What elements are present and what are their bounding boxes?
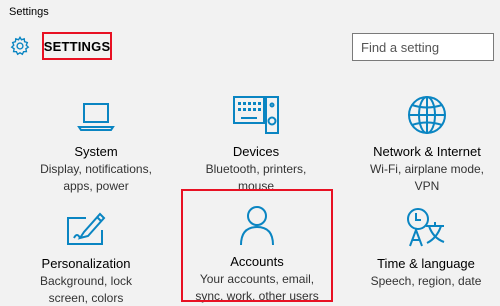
tile-network-internet[interactable]: Network & Internet Wi-Fi, airplane mode,…: [352, 88, 500, 194]
tile-title: Devices: [232, 144, 280, 159]
tile-time-language[interactable]: Time & language Speech, region, date: [354, 200, 498, 289]
gear-icon[interactable]: [9, 35, 31, 57]
tile-title: Personalization: [41, 256, 131, 271]
search-box[interactable]: [352, 33, 494, 61]
tile-system[interactable]: System Display, notifications, apps, pow…: [16, 88, 176, 194]
pen-tablet-icon: [67, 212, 106, 245]
tile-description: Wi-Fi, airplane mode,: [369, 162, 485, 176]
tile-description: Bluetooth, printers,: [205, 162, 307, 176]
tile-devices[interactable]: Devices Bluetooth, printers, mouse: [176, 88, 336, 194]
tile-description: Display, notifications,: [40, 162, 152, 176]
window-title: Settings: [9, 6, 49, 18]
laptop-icon: [77, 103, 115, 131]
time-language-icon: [407, 208, 445, 247]
tile-title: Network & Internet: [373, 144, 481, 159]
globe-icon: [408, 96, 446, 134]
tile-description: Speech, region, date: [370, 274, 482, 288]
tile-title: System: [74, 144, 118, 159]
tile-personalization[interactable]: Personalization Background, lock screen,…: [16, 200, 156, 306]
accounts-highlight-frame: [181, 189, 333, 302]
tile-description: screen, colors: [48, 291, 124, 305]
search-input[interactable]: [361, 39, 493, 55]
tile-description: Background, lock: [39, 274, 133, 288]
tile-description: apps, power: [63, 179, 129, 193]
keyboard-speaker-icon: [233, 96, 279, 134]
tile-title: Time & language: [377, 256, 475, 271]
tile-description: VPN: [414, 179, 440, 193]
page-title: SETTINGS: [42, 32, 112, 60]
page-title-text: SETTINGS: [43, 38, 111, 54]
